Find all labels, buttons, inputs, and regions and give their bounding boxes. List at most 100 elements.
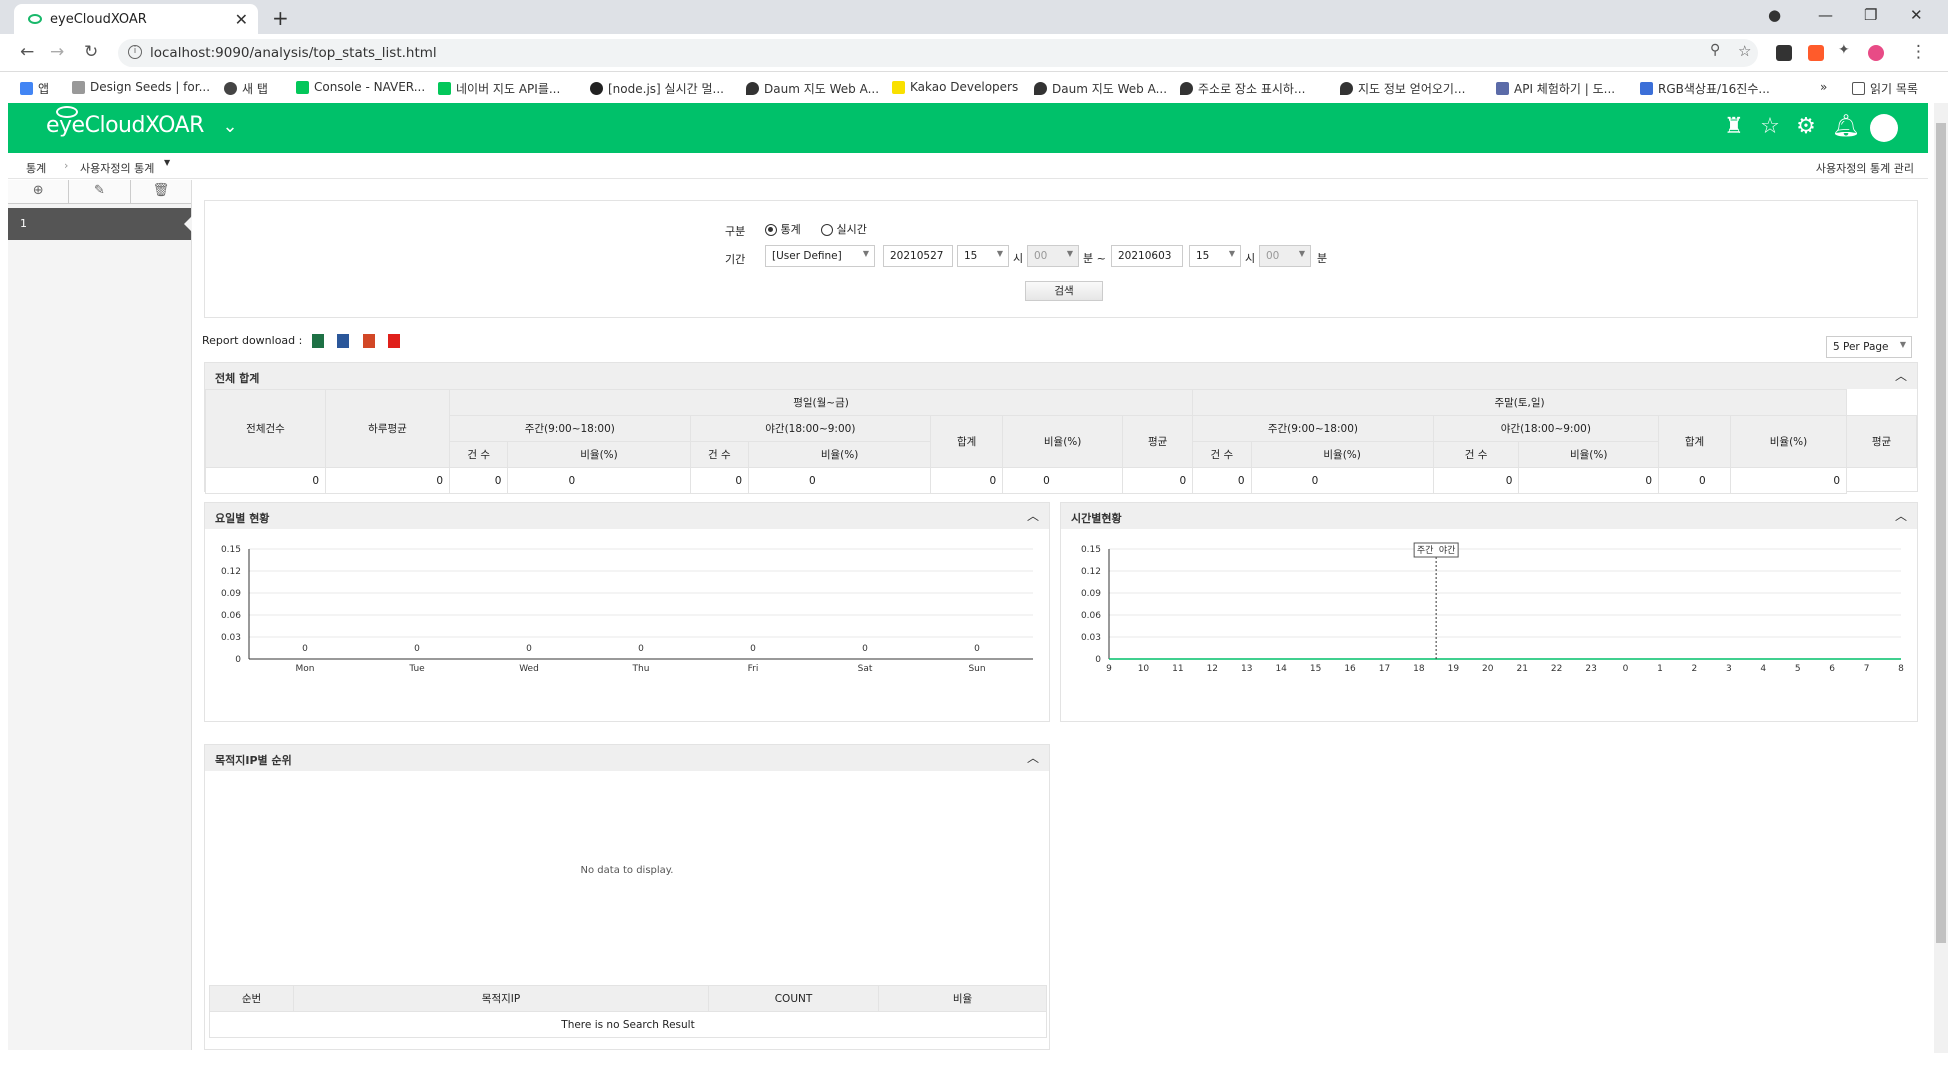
bookmark-item[interactable]: 지도 정보 얻어오기... <box>1340 80 1465 97</box>
to-min-select[interactable]: 00 ▼ <box>1259 245 1311 267</box>
header-day: 주간(9:00~18:00) <box>1192 415 1434 442</box>
dest-ip-panel: 목적지IP별 순위 ︿ No data to display. 순번 목적지IP … <box>204 744 1050 1050</box>
profile-dropdown-icon[interactable]: ● <box>1768 6 1781 24</box>
app-logo[interactable]: eyeCloudXOAR <box>46 106 204 138</box>
header-count: 건 수 <box>1192 441 1252 468</box>
reading-list[interactable]: 읽기 목록 <box>1852 80 1918 97</box>
back-icon[interactable]: ← <box>20 42 34 62</box>
from-date-input[interactable]: 20210527 <box>883 245 953 267</box>
browser-tab-strip: eyeCloudXOAR ✕ + ● — ❐ ✕ <box>0 0 1948 34</box>
forward-icon[interactable]: → <box>50 42 64 62</box>
to-date-input[interactable]: 20210603 <box>1111 245 1183 267</box>
user-avatar-icon[interactable] <box>1870 114 1898 142</box>
x-tick-label: Tue <box>408 664 425 674</box>
bookmark-item[interactable]: 주소로 장소 표시하... <box>1180 80 1305 97</box>
site-info-icon[interactable]: i <box>128 45 142 59</box>
reload-icon[interactable]: ↻ <box>84 42 98 62</box>
hourly-line-chart: 0.150.120.090.060.0309 10 11 12 13 14 15 16 17 18… <box>1081 542 1904 674</box>
minimize-icon[interactable]: — <box>1818 6 1833 24</box>
bookmarks-bar: 앱 Design Seeds | for... 새 탭 Console - NA… <box>0 72 1948 102</box>
range-select[interactable]: [User Define] ▼ <box>765 245 875 267</box>
min-tilde: 분 ~ <box>1083 252 1106 265</box>
header-count: 건 수 <box>689 441 750 468</box>
collapse-icon[interactable]: ︿ <box>1895 367 1907 384</box>
more-bookmarks[interactable]: » <box>1820 80 1827 94</box>
radio-stats[interactable]: 통계 <box>765 221 801 237</box>
x-tick-label: 22 <box>1551 664 1562 674</box>
data-label: 0 <box>638 644 644 654</box>
pdf-icon[interactable] <box>388 334 401 348</box>
y-tick-label: 0.09 <box>1081 589 1101 599</box>
pencil-icon[interactable]: ✎ <box>69 180 131 203</box>
chevron-down-icon[interactable]: ⌄ <box>218 115 242 139</box>
bookmark-item[interactable]: Design Seeds | for... <box>72 80 210 94</box>
bookmark-item[interactable]: API 체험하기 | 도... <box>1496 80 1615 97</box>
y-tick-label: 0.03 <box>221 633 241 643</box>
window-close-icon[interactable]: ✕ <box>1910 6 1923 24</box>
scrollbar-thumb[interactable] <box>1936 123 1946 943</box>
trash-icon[interactable]: 🗑︎ <box>131 180 191 203</box>
extension-icon[interactable] <box>1808 45 1824 61</box>
breadcrumb-current[interactable]: 사용자정의 통계 <box>80 160 154 176</box>
caret-down-icon[interactable]: ▼ <box>164 158 170 167</box>
header-sum: 합계 <box>1658 415 1731 468</box>
x-tick-label: Wed <box>519 664 539 674</box>
ppt-icon[interactable] <box>362 334 375 348</box>
gear-icon[interactable]: ⚙ <box>1794 115 1818 139</box>
excel-icon[interactable] <box>311 334 324 348</box>
close-tab-icon[interactable]: ✕ <box>235 10 248 29</box>
profile-avatar-icon[interactable] <box>1868 45 1884 61</box>
from-hour-select[interactable]: 15 ▼ <box>957 245 1009 267</box>
extension-icon[interactable] <box>1776 45 1792 61</box>
per-page-select[interactable]: 5 Per Page ▼ <box>1826 336 1912 358</box>
new-tab-icon[interactable]: + <box>272 6 289 30</box>
zoom-icon[interactable]: ⚲ <box>1710 42 1720 58</box>
to-hour-select[interactable]: 15 ▼ <box>1189 245 1241 267</box>
bell-icon[interactable]: 🔔︎ <box>1832 115 1860 139</box>
scrollbar[interactable] <box>1934 103 1948 1053</box>
bookmark-item[interactable]: RGB색상표/16진수... <box>1640 80 1770 97</box>
eye-favicon-icon <box>28 14 42 24</box>
word-icon[interactable] <box>337 334 350 348</box>
hour-unit: 시 <box>1013 252 1024 265</box>
browser-tab[interactable]: eyeCloudXOAR ✕ <box>14 4 258 34</box>
bookmark-item[interactable]: Console - NAVER... <box>296 80 425 94</box>
x-tick-label: 0 <box>1623 664 1629 674</box>
radio-unchecked-icon <box>821 224 833 236</box>
collapse-icon[interactable]: ︿ <box>1027 507 1039 524</box>
url-input[interactable]: i localhost:9090/analysis/top_stats_list… <box>118 39 1758 67</box>
header-avg: 평균 <box>1846 415 1917 468</box>
extensions-puzzle-icon[interactable]: ✦ <box>1838 42 1850 58</box>
bookmark-item[interactable]: [node.js] 실시간 멀... <box>590 80 724 97</box>
header-sum: 합계 <box>930 415 1004 468</box>
x-tick-label: 1 <box>1657 664 1663 674</box>
weekday-chart-panel: 요일별 현황 ︿ 0.15 0.12 0.09 0.06 0.03 0 0 Mon 0 Tue 0 We… <box>204 502 1050 722</box>
breadcrumb-root[interactable]: 통계 <box>26 160 46 176</box>
bookmark-item[interactable]: 네이버 지도 API를... <box>438 80 560 97</box>
menu-kebab-icon[interactable]: ⋮ <box>1910 42 1927 62</box>
bookmark-star-icon[interactable]: ☆ <box>1738 42 1751 60</box>
collapse-icon[interactable]: ︿ <box>1895 507 1907 524</box>
bookmark-item[interactable]: 새 탭 <box>224 80 268 97</box>
collapse-icon[interactable]: ︿ <box>1027 749 1039 766</box>
add-circle-icon[interactable]: ⊕ <box>8 180 70 203</box>
search-button[interactable]: 검색 <box>1025 281 1103 301</box>
restore-icon[interactable]: ❐ <box>1864 6 1877 24</box>
robot-icon[interactable]: ♜ <box>1722 115 1746 139</box>
header-ratio: 비율(%) <box>748 441 932 468</box>
from-min-select[interactable]: 00 ▼ <box>1027 245 1079 267</box>
bookmark-item[interactable]: Daum 지도 Web A... <box>746 80 879 97</box>
radio-realtime[interactable]: 실시간 <box>821 221 867 237</box>
eye-logo-icon <box>56 106 78 118</box>
manage-link[interactable]: 사용자정의 통계 관리 <box>1816 160 1914 176</box>
sidebar-item-label: 1 <box>20 217 27 230</box>
bookmark-item[interactable]: Kakao Developers <box>892 80 1018 94</box>
star-icon[interactable]: ☆ <box>1758 115 1782 139</box>
x-tick-label: 19 <box>1448 664 1460 674</box>
bookmark-item[interactable]: Daum 지도 Web A... <box>1034 80 1167 97</box>
header-weekend: 주말(토,일) <box>1192 389 1847 416</box>
bookmark-item[interactable]: 앱 <box>20 80 49 97</box>
y-tick-label: 0.15 <box>221 545 241 555</box>
x-tick-label: 23 <box>1585 664 1596 674</box>
sidebar-item[interactable]: 1 <box>8 208 192 240</box>
